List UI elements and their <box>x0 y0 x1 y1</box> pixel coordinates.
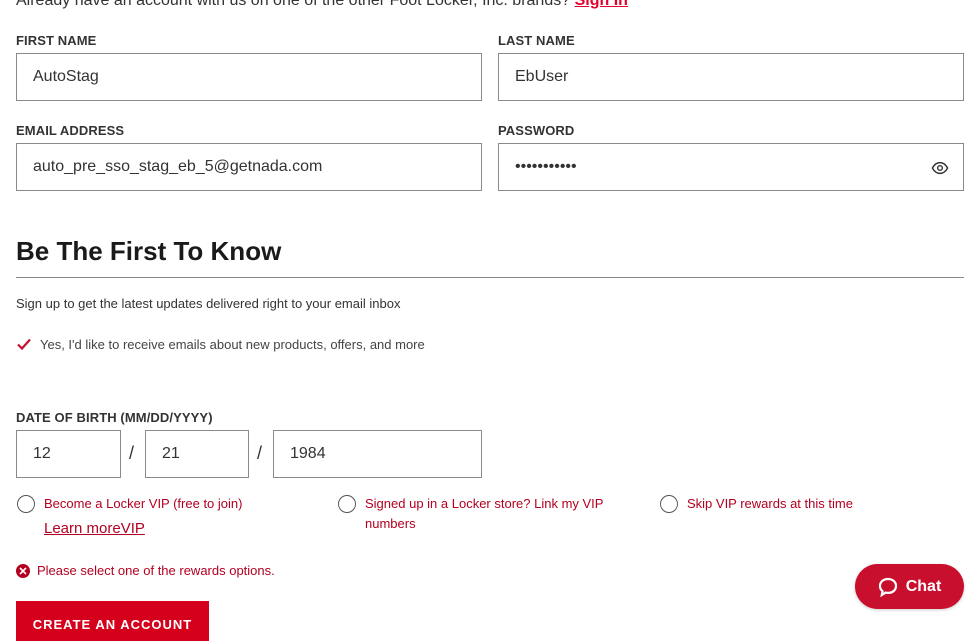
first-name-value: AutoStag <box>33 68 99 85</box>
chat-button[interactable]: Chat <box>855 564 964 609</box>
password-label: PASSWORD <box>498 123 575 138</box>
eye-icon[interactable] <box>931 159 949 177</box>
create-account-button[interactable]: CREATE AN ACCOUNT <box>16 601 209 641</box>
last-name-value: EbUser <box>515 68 569 85</box>
dob-separator: / <box>257 443 263 463</box>
learn-more-link[interactable]: Learn moreVIP <box>44 520 145 537</box>
checkmark-icon <box>17 338 31 351</box>
dob-month-value: 12 <box>33 445 51 462</box>
dob-day-field[interactable]: 21 <box>145 430 249 478</box>
error-message: Please select one of the rewards options… <box>37 563 275 578</box>
chat-bubble-icon <box>878 577 897 597</box>
signin-prompt: Already have an account with us on one o… <box>16 0 628 10</box>
vip-skip-label[interactable]: Skip VIP rewards at this time <box>687 494 853 514</box>
password-field[interactable]: ••••••••••• <box>498 143 964 191</box>
email-value: auto_pre_sso_stag_eb_5@getnada.com <box>33 158 323 175</box>
first-name-label: FIRST NAME <box>16 33 97 48</box>
first-name-field[interactable]: AutoStag <box>16 53 482 101</box>
dob-label: DATE OF BIRTH (MM/DD/YYYY) <box>16 410 213 425</box>
newsletter-optin[interactable]: Yes, I'd like to receive emails about ne… <box>16 336 425 352</box>
dob-day-value: 21 <box>162 445 180 462</box>
last-name-label: LAST NAME <box>498 33 575 48</box>
newsletter-checkbox[interactable] <box>16 336 32 352</box>
vip-join-label[interactable]: Become a Locker VIP (free to join) <box>44 494 242 514</box>
section-divider <box>16 277 964 278</box>
error-icon <box>16 563 30 578</box>
create-account-label: CREATE AN ACCOUNT <box>32 617 193 632</box>
section-heading: Be The First To Know <box>16 236 282 266</box>
vip-skip-radio[interactable] <box>660 495 678 513</box>
dob-month-field[interactable]: 12 <box>16 430 121 478</box>
vip-link-radio[interactable] <box>338 495 356 513</box>
dob-year-value: 1984 <box>290 445 326 462</box>
vip-link-label[interactable]: Signed up in a Locker store? Link my VIP… <box>365 494 635 534</box>
newsletter-subtext: Sign up to get the latest updates delive… <box>16 296 401 311</box>
signin-link[interactable]: Sign In <box>575 0 628 9</box>
newsletter-checkbox-label: Yes, I'd like to receive emails about ne… <box>40 336 425 352</box>
password-value: ••••••••••• <box>515 158 577 175</box>
email-field[interactable]: auto_pre_sso_stag_eb_5@getnada.com <box>16 143 482 191</box>
vip-join-radio[interactable] <box>17 495 35 513</box>
signin-prompt-text: Already have an account with us on one o… <box>16 0 571 9</box>
chat-label: Chat <box>905 577 942 595</box>
last-name-field[interactable]: EbUser <box>498 53 964 101</box>
email-label: EMAIL ADDRESS <box>16 123 125 138</box>
dob-year-field[interactable]: 1984 <box>273 430 482 478</box>
dob-separator: / <box>129 443 135 463</box>
rewards-error: Please select one of the rewards options… <box>16 563 275 578</box>
